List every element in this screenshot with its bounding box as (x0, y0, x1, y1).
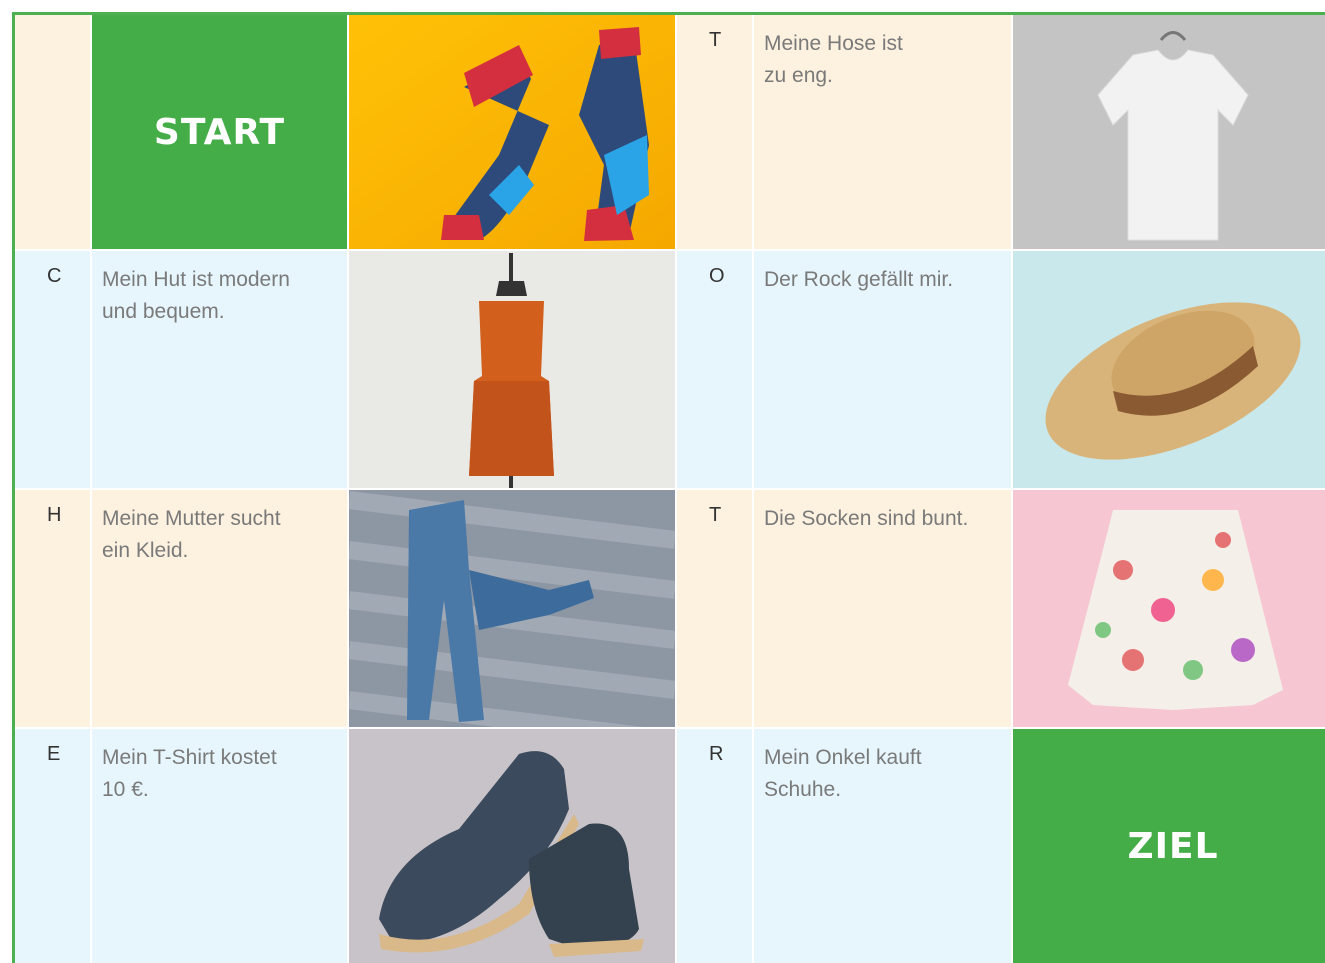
sentence-cell: Meine Hose ist zu eng. (754, 15, 1011, 249)
hat-image (1013, 251, 1325, 488)
tshirt-image (1013, 15, 1325, 249)
sentence-text: Meine Hose ist zu eng. (764, 32, 903, 87)
finish-label: ZIEL (1127, 825, 1219, 867)
sentence-text: Mein Hut ist modern und bequem. (102, 268, 290, 323)
dress-image (349, 251, 675, 488)
board-frame: START T Meine Hose ist zu eng. C Mein Hu… (12, 12, 1325, 963)
game-board-grid: START T Meine Hose ist zu eng. C Mein Hu… (15, 15, 1325, 963)
start-label: START (153, 111, 286, 153)
letter-r: R (709, 743, 724, 765)
letter-o: O (709, 265, 725, 287)
skirt-image (1013, 490, 1325, 727)
sentence-cell: Die Socken sind bunt. (754, 490, 1011, 727)
socks-image (349, 15, 675, 249)
letter-c: C (47, 265, 62, 287)
sentence-cell: Der Rock gefällt mir. (754, 251, 1011, 488)
empty-letter-cell (15, 15, 90, 249)
sentence-cell: Mein Hut ist modern und bequem. (92, 251, 347, 488)
letter-e: E (47, 743, 61, 765)
shoes-image (349, 729, 675, 963)
sentence-text: Meine Mutter sucht ein Kleid. (102, 507, 281, 562)
letter-h: H (47, 504, 62, 526)
sentence-cell: Mein Onkel kauft Schuhe. (754, 729, 1011, 963)
letter-cell: O (677, 251, 752, 488)
letter-t: T (709, 504, 722, 526)
sentence-text: Der Rock gefällt mir. (764, 268, 954, 291)
letter-cell: T (677, 15, 752, 249)
letter-cell: R (677, 729, 752, 963)
start-cell: START (92, 15, 347, 249)
jeans-image (349, 490, 675, 727)
sentence-cell: Meine Mutter sucht ein Kleid. (92, 490, 347, 727)
letter-cell: E (15, 729, 90, 963)
sentence-cell: Mein T-Shirt kostet 10 €. (92, 729, 347, 963)
sentence-text: Mein Onkel kauft Schuhe. (764, 746, 922, 801)
sentence-text: Die Socken sind bunt. (764, 507, 969, 530)
letter-cell: C (15, 251, 90, 488)
finish-cell: ZIEL (1013, 729, 1325, 963)
letter-t: T (709, 29, 722, 51)
letter-cell: T (677, 490, 752, 727)
sentence-text: Mein T-Shirt kostet 10 €. (102, 746, 277, 801)
letter-cell: H (15, 490, 90, 727)
